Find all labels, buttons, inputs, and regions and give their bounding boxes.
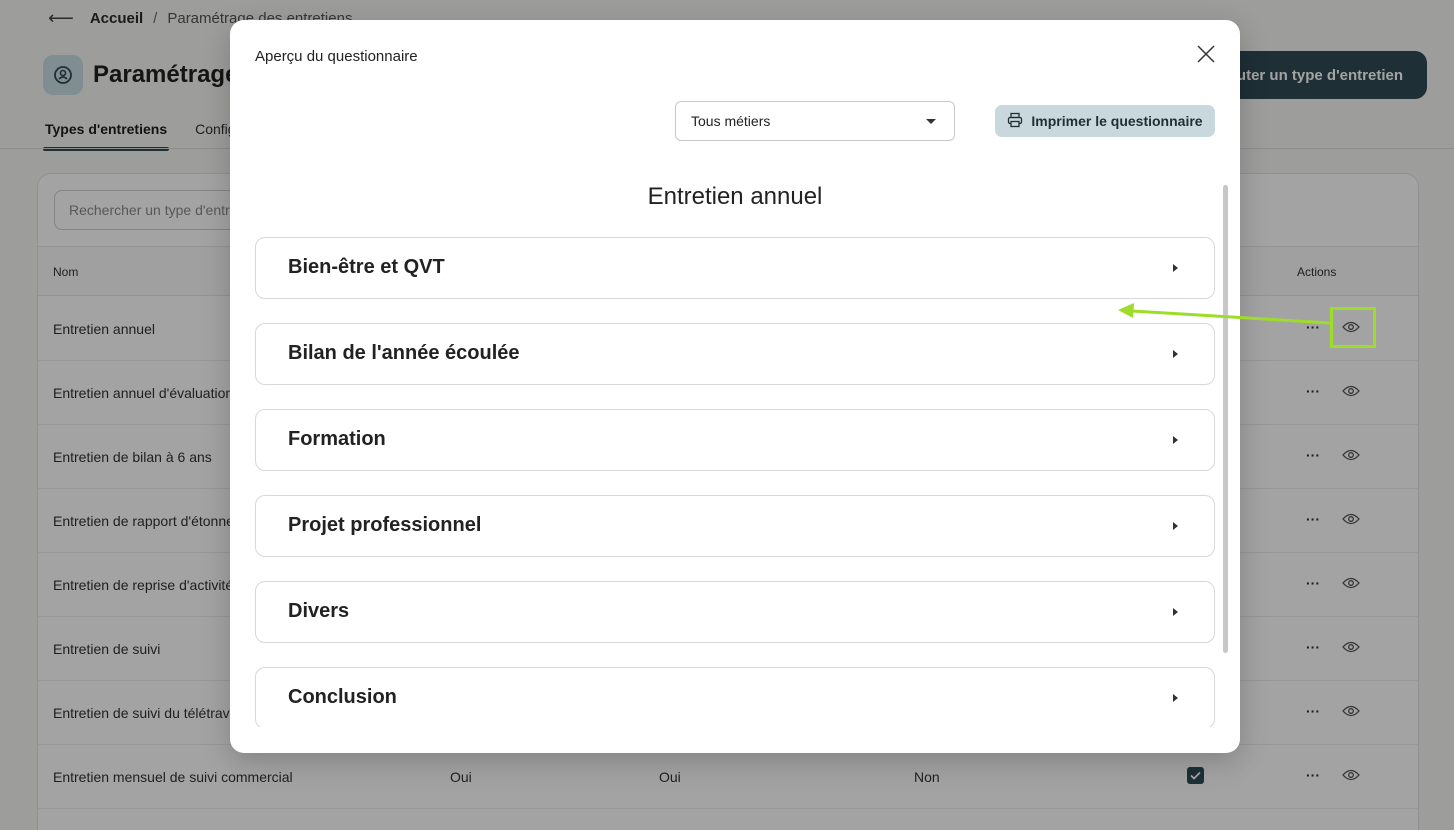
section-label: Projet professionnel	[288, 514, 482, 536]
modal-scrollbar[interactable]	[1223, 185, 1228, 653]
section-accordion[interactable]: Bilan de l'année écoulée	[255, 323, 1215, 385]
section-accordion[interactable]: Bien-être et QVT	[255, 237, 1215, 299]
modal-title: Aperçu du questionnaire	[255, 48, 418, 65]
section-label: Conclusion	[288, 686, 397, 708]
questionnaire-preview-modal: Aperçu du questionnaire Tous métiers Imp…	[230, 20, 1240, 753]
print-questionnaire-button[interactable]: Imprimer le questionnaire	[995, 105, 1215, 137]
caret-down-icon	[926, 119, 936, 124]
annotation-highlight-box	[1330, 307, 1376, 348]
job-filter-select[interactable]: Tous métiers	[675, 101, 955, 141]
section-accordion[interactable]: Formation	[255, 409, 1215, 471]
caret-right-icon	[1173, 436, 1178, 444]
section-accordion[interactable]: Projet professionnel	[255, 495, 1215, 557]
section-label: Bilan de l'année écoulée	[288, 342, 520, 364]
caret-right-icon	[1173, 608, 1178, 616]
caret-right-icon	[1173, 264, 1178, 272]
caret-right-icon	[1173, 350, 1178, 358]
caret-right-icon	[1173, 694, 1178, 702]
sections-list: Bien-être et QVT Bilan de l'année écoulé…	[255, 237, 1215, 727]
section-accordion[interactable]: Conclusion	[255, 667, 1215, 727]
caret-right-icon	[1173, 522, 1178, 530]
printer-icon	[1007, 112, 1023, 131]
section-label: Divers	[288, 600, 350, 622]
section-accordion[interactable]: Divers	[255, 581, 1215, 643]
print-label: Imprimer le questionnaire	[1031, 113, 1203, 129]
section-label: Formation	[288, 428, 386, 450]
questionnaire-title: Entretien annuel	[647, 183, 823, 210]
close-icon[interactable]	[1194, 42, 1218, 66]
section-label: Bien-être et QVT	[288, 256, 445, 278]
job-filter-value: Tous métiers	[691, 113, 771, 129]
